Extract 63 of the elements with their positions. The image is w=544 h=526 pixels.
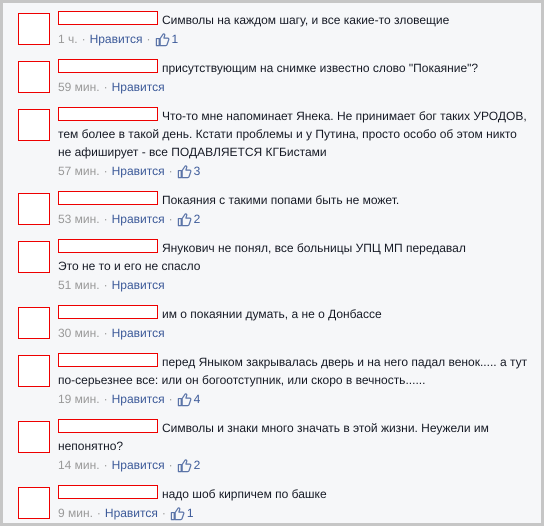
thumbs-up-icon — [176, 212, 192, 226]
separator: · — [104, 325, 108, 342]
comment-time: 30 мин. — [58, 325, 100, 342]
separator: · — [104, 211, 108, 228]
separator: · — [104, 391, 108, 408]
like-link[interactable]: Нравится — [112, 324, 165, 342]
like-link[interactable]: Нравится — [112, 78, 165, 96]
avatar-placeholder — [18, 307, 50, 339]
avatar-placeholder — [18, 61, 50, 93]
like-count: 2 — [194, 211, 200, 228]
separator: · — [82, 31, 86, 48]
comment-text: Янукович не понял, все больницы УПЦ МП передавал Это не то и его не спасло — [58, 239, 467, 275]
like-count: 1 — [172, 31, 178, 48]
comment-time: 9 мин. — [58, 505, 93, 522]
avatar-placeholder — [18, 109, 50, 141]
comment-time: 14 мин. — [58, 457, 100, 474]
separator: · — [168, 163, 173, 180]
thumbs-up-icon — [176, 164, 192, 178]
separator: · — [104, 457, 108, 474]
comment-time: 57 мин. — [58, 163, 100, 180]
like-link[interactable]: Нравится — [112, 162, 165, 180]
comment-time: 53 мин. — [58, 211, 100, 228]
separator: · — [168, 457, 173, 474]
separator: · — [104, 79, 108, 96]
like-count: 4 — [194, 391, 200, 408]
separator: · — [104, 277, 108, 294]
comment-text: надо шоб кирпичем по башке — [58, 485, 533, 503]
like-link[interactable]: Нравится — [112, 210, 165, 228]
like-count: 1 — [186, 505, 194, 522]
avatar-placeholder — [18, 355, 50, 387]
separator: · — [168, 211, 173, 228]
comment-text: Символы на каждом шагу, и все какие-то зловещие — [58, 11, 533, 29]
like-link[interactable]: Нравится — [112, 276, 165, 294]
thumbs-up-icon — [176, 458, 192, 472]
avatar-placeholder — [18, 193, 50, 225]
comment-text: присутствующим на снимке известно слово "Покаяние"? — [58, 59, 533, 77]
comment-time: 1 ч. — [58, 31, 78, 48]
comment-text: перед Яныком закрывалась дверь и на него падал венок..... а тут по-серьезнее все: или он богоотступник, или скоро в вечность...... — [58, 353, 528, 389]
separator: · — [168, 391, 173, 408]
like-count: 2 — [194, 457, 200, 474]
avatar-placeholder — [18, 421, 50, 453]
separator: · — [104, 163, 108, 180]
separator: · — [146, 31, 151, 48]
separator: · — [96, 505, 101, 522]
comment-text: Покаяния с такими попами быть не может. — [58, 191, 533, 209]
like-link[interactable]: Нравится — [104, 504, 158, 522]
comment-time: 19 мин. — [58, 391, 100, 408]
thumbs-up-icon — [170, 506, 185, 520]
separator: · — [162, 505, 166, 522]
comment-time: 59 мин. — [58, 79, 100, 96]
avatar-placeholder — [18, 487, 50, 519]
comment-text: Что-то мне напоминает Янека. Не принимает бог таких УРОДОВ, тем более в такой день. Кстати проблемы и у Путина, просто особо об этом никто не афиширует - все ПОДАВЛЯЕТСЯ КГБистами — [58, 107, 528, 161]
like-link[interactable]: Нравится — [90, 30, 143, 48]
comment-time: 51 мин. — [58, 277, 100, 294]
thumbs-up-icon — [154, 32, 170, 46]
like-link[interactable]: Нравится — [112, 390, 165, 408]
like-link[interactable]: Нравится — [112, 456, 165, 474]
thumbs-up-icon — [176, 392, 192, 406]
avatar-placeholder — [18, 13, 50, 45]
like-count: 3 — [194, 163, 200, 180]
comment-text: Символы и знаки много значать в этой жизни. Неужели им непонятно? — [58, 419, 490, 455]
avatar-placeholder — [18, 241, 50, 273]
comment-text: им о покаянии думать, а не о Донбассе — [58, 305, 533, 323]
